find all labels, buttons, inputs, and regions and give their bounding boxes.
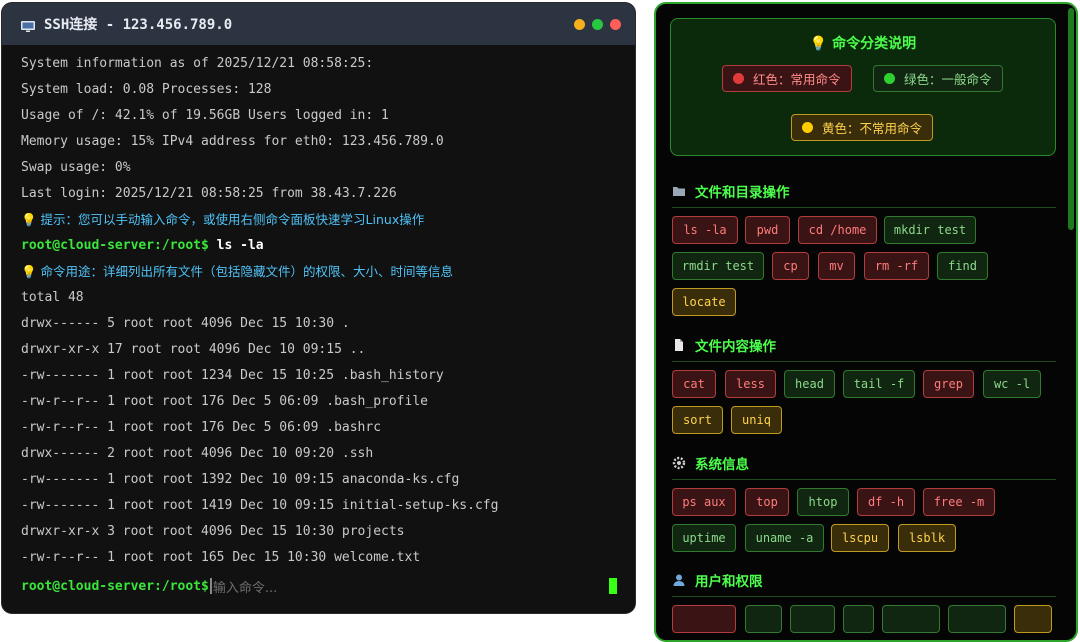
legend-box: 💡 命令分类说明 红色：常用命令 绿色：一般命令 黄色：不常用命令 <box>670 18 1056 156</box>
executed-command: ls -la <box>208 238 264 253</box>
cmd-chip[interactable]: less <box>725 370 776 398</box>
output-line: -rw-r--r-- 1 root root 176 Dec 5 06:09 .… <box>21 394 428 409</box>
sysinfo-line: System load: 0.08 Processes: 128 <box>21 82 272 97</box>
section-title-users: 用户和权限 <box>672 568 1056 597</box>
terminal-title-bar: SSH连接 - 123.456.789.0 <box>2 3 635 45</box>
cmd-chip[interactable]: wc -l <box>983 370 1041 398</box>
cmd-chip[interactable]: tail -f <box>843 370 915 398</box>
legend-red-badge: 红色：常用命令 <box>722 65 852 92</box>
section-label: 文件和目录操作 <box>695 185 790 201</box>
command-input[interactable]: 输入命令... <box>213 577 609 596</box>
cmd-chip[interactable]: pwd <box>745 216 790 244</box>
section-title-sysinfo: 系统信息 <box>672 451 1056 480</box>
output-line: total 48 <box>21 290 84 305</box>
tip-line: 💡 提示：您可以手动输入命令，或使用右侧命令面板快速学习Linux操作 <box>21 212 425 227</box>
section-label: 系统信息 <box>695 457 749 473</box>
cmd-chip-partial[interactable] <box>843 605 874 633</box>
cmd-chip[interactable]: rm -rf <box>864 252 929 280</box>
panel-scrollbar[interactable] <box>1068 8 1074 230</box>
red-dot-icon <box>733 73 744 84</box>
folder-icon <box>672 184 686 198</box>
cmd-chip[interactable]: htop <box>797 488 849 516</box>
command-panel: 💡 命令分类说明 红色：常用命令 绿色：一般命令 黄色：不常用命令 文件和目录操… <box>654 2 1078 642</box>
shell-prompt: root@cloud-server:/root$ <box>21 238 209 253</box>
output-line: drwxr-xr-x 17 root root 4096 Dec 10 09:1… <box>21 342 366 357</box>
cmd-chip[interactable]: ps aux <box>672 488 736 516</box>
output-line: -rw------- 1 root root 1392 Dec 10 09:15… <box>21 472 460 487</box>
block-cursor <box>609 578 617 594</box>
command-input-row[interactable]: root@cloud-server:/root$ 输入命令... <box>21 573 617 599</box>
yellow-dot-icon <box>802 122 813 133</box>
cmd-chip[interactable]: uname -a <box>745 524 824 552</box>
user-icon <box>672 573 686 587</box>
cmd-chip[interactable]: top <box>745 488 789 516</box>
cmd-chip[interactable]: mv <box>818 252 855 280</box>
output-line: -rw-r--r-- 1 root root 165 Dec 15 10:30 … <box>21 550 421 565</box>
terminal-window: SSH连接 - 123.456.789.0 System information… <box>2 3 635 613</box>
cmd-chip[interactable]: ls -la <box>672 216 738 244</box>
section-title-files: 文件和目录操作 <box>672 179 1056 208</box>
cmd-chip[interactable]: sort <box>672 406 723 434</box>
section-label: 用户和权限 <box>695 574 763 590</box>
output-line: drwxr-xr-x 3 root root 4096 Dec 15 10:30… <box>21 524 405 539</box>
cmd-chip[interactable]: cp <box>772 252 809 280</box>
cmd-chip[interactable]: find <box>937 252 988 280</box>
output-line: drwx------ 5 root root 4096 Dec 15 10:30… <box>21 316 350 331</box>
legend-green-badge: 绿色：一般命令 <box>873 65 1003 92</box>
monitor-icon <box>20 18 36 32</box>
output-line: -rw------- 1 root root 1234 Dec 15 10:25… <box>21 368 444 383</box>
command-purpose-line: 💡 命令用途：详细列出所有文件（包括隐藏文件）的权限、大小、时间等信息 <box>21 264 454 279</box>
cmd-chip[interactable]: locate <box>672 288 736 316</box>
output-line: drwx------ 2 root root 4096 Dec 10 09:20… <box>21 446 374 461</box>
green-dot-icon <box>884 73 895 84</box>
output-line: -rw-r--r-- 1 root root 176 Dec 5 06:09 .… <box>21 420 382 435</box>
legend-green-label: 绿色：一般命令 <box>904 72 992 87</box>
sysinfo-line: Swap usage: 0% <box>21 160 131 175</box>
cmd-chip[interactable]: uptime <box>672 524 736 552</box>
text-caret <box>209 578 212 594</box>
section-title-content: 文件内容操作 <box>672 333 1056 362</box>
sysinfo-line: Memory usage: 15% IPv4 address for eth0:… <box>21 134 444 149</box>
cmd-chip[interactable]: cat <box>672 370 716 398</box>
terminal-title: SSH连接 - 123.456.789.0 <box>44 17 233 33</box>
terminal-output: System information as of 2025/12/21 08:5… <box>2 45 635 571</box>
cmd-chip-partial[interactable] <box>948 605 1006 633</box>
cmd-chip[interactable]: lscpu <box>831 524 889 552</box>
sysinfo-line: System information as of 2025/12/21 08:5… <box>21 56 374 71</box>
legend-red-label: 红色：常用命令 <box>753 72 841 87</box>
legend-yellow-label: 黄色：不常用命令 <box>822 121 923 136</box>
cmd-chip-partial[interactable] <box>745 605 782 633</box>
cmd-chip-partial[interactable] <box>790 605 835 633</box>
cmd-chip-partial[interactable] <box>882 605 940 633</box>
cmd-chip[interactable]: uniq <box>731 406 782 434</box>
cmd-chip[interactable]: cd /home <box>798 216 877 244</box>
cmd-chip[interactable]: grep <box>923 370 974 398</box>
sysinfo-line: Usage of /: 42.1% of 19.56GB Users logge… <box>21 108 389 123</box>
input-prompt: root@cloud-server:/root$ <box>21 578 209 594</box>
cmd-chip[interactable]: mkdir test <box>884 216 976 244</box>
gear-icon <box>672 456 686 470</box>
cmd-chip-partial[interactable] <box>672 605 736 633</box>
cmd-chip-partial[interactable] <box>1014 605 1052 633</box>
document-icon <box>672 338 686 352</box>
minimize-button[interactable] <box>574 18 585 30</box>
legend-title: 💡 命令分类说明 <box>809 36 917 52</box>
output-line: -rw------- 1 root root 1419 Dec 10 09:15… <box>21 498 499 513</box>
cmd-chip[interactable]: head <box>784 370 835 398</box>
legend-yellow-badge: 黄色：不常用命令 <box>791 114 934 141</box>
cmd-chip[interactable]: free -m <box>923 488 995 516</box>
close-button[interactable] <box>610 18 621 30</box>
cmd-chip[interactable]: lsblk <box>898 524 956 552</box>
section-label: 文件内容操作 <box>695 339 776 355</box>
sysinfo-line: Last login: 2025/12/21 08:58:25 from 38.… <box>21 186 397 201</box>
cmd-chip[interactable]: rmdir test <box>672 252 764 280</box>
cmd-chip[interactable]: df -h <box>857 488 915 516</box>
command-line: root@cloud-server:/root$ ls -la <box>21 233 635 259</box>
maximize-button[interactable] <box>592 18 603 30</box>
